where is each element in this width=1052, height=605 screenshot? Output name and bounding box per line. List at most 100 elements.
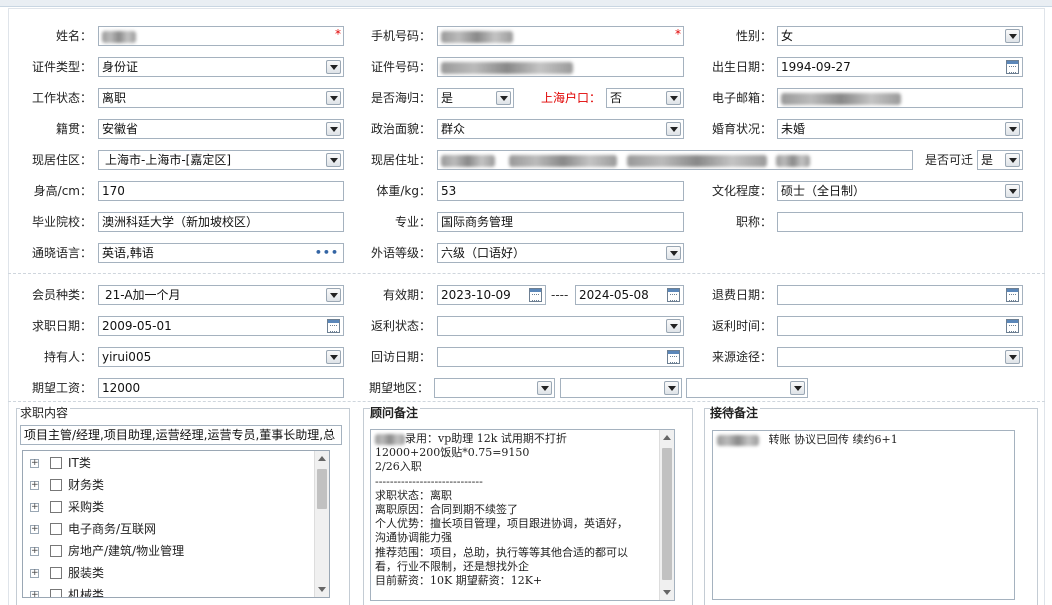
plus-icon[interactable]: + xyxy=(30,503,39,512)
job-content-summary[interactable]: 项目主管/经理,项目助理,运营经理,运营专员,董事长助理,总 xyxy=(20,425,342,445)
calendar-icon[interactable] xyxy=(327,319,340,333)
chevron-down-icon[interactable] xyxy=(1005,153,1020,167)
chevron-down-icon[interactable] xyxy=(496,91,511,105)
scroll-up-icon[interactable] xyxy=(663,435,671,440)
valid-end-value: 2024-05-08 xyxy=(579,288,649,302)
school-field[interactable]: 澳洲科廷大学（新加坡校区） xyxy=(98,212,344,232)
salary-field[interactable]: 12000 xyxy=(98,378,344,398)
category-checkbox[interactable] xyxy=(50,457,62,469)
scroll-down-icon[interactable] xyxy=(318,587,326,592)
education-select[interactable]: 硕士（全日制） xyxy=(777,181,1023,201)
major-field[interactable]: 国际商务管理 xyxy=(437,212,684,232)
rebate-time-field[interactable] xyxy=(777,316,1023,336)
foreignlevel-value: 六级（口语好） xyxy=(441,246,526,260)
notes-scrollbar[interactable] xyxy=(659,430,674,600)
valid-start-field[interactable]: 2023-10-09 xyxy=(437,285,546,305)
scroll-thumb[interactable] xyxy=(317,469,327,509)
phone-label: 手机号码： xyxy=(370,29,431,43)
jobdate-field[interactable]: 2009-05-01 xyxy=(98,316,344,336)
category-checkbox[interactable] xyxy=(50,545,62,557)
marital-label: 婚育状况： xyxy=(711,122,772,136)
language-field[interactable]: 英语,韩语 ••• xyxy=(98,243,344,263)
chevron-down-icon[interactable] xyxy=(664,381,679,395)
calendar-icon[interactable] xyxy=(1006,60,1019,74)
returnee-select[interactable]: 是 xyxy=(437,88,514,108)
email-field[interactable] xyxy=(777,88,1023,108)
chevron-down-icon[interactable] xyxy=(1005,184,1020,198)
chevron-down-icon[interactable] xyxy=(326,122,341,136)
chevron-down-icon[interactable] xyxy=(1005,350,1020,364)
category-checkbox[interactable] xyxy=(50,523,62,535)
member-type-select[interactable]: 21-A加一个月 xyxy=(98,285,344,305)
calendar-icon[interactable] xyxy=(1006,288,1019,302)
calendar-icon[interactable] xyxy=(1006,319,1019,333)
height-field[interactable]: 170 xyxy=(98,181,344,201)
chevron-down-icon[interactable] xyxy=(326,350,341,364)
chevron-down-icon[interactable] xyxy=(790,381,805,395)
title-field[interactable] xyxy=(777,212,1023,232)
plus-icon[interactable]: + xyxy=(30,591,39,597)
chevron-down-icon[interactable] xyxy=(666,122,681,136)
area-district-select[interactable] xyxy=(686,378,808,398)
advisor-notes-textarea[interactable]: 录用：vp助理 12k 试用期不打折 12000+200饭贴*0.75=9150 2… xyxy=(370,429,675,601)
visit-date-field[interactable] xyxy=(437,347,684,367)
plus-icon[interactable]: + xyxy=(30,459,39,468)
ellipsis-icon[interactable]: ••• xyxy=(315,247,339,259)
area-city-select[interactable] xyxy=(560,378,682,398)
source-select[interactable] xyxy=(777,347,1023,367)
scroll-up-icon[interactable] xyxy=(318,456,326,461)
chevron-down-icon[interactable] xyxy=(326,60,341,74)
area-province-select[interactable] xyxy=(434,378,555,398)
chevron-down-icon[interactable] xyxy=(537,381,552,395)
scroll-down-icon[interactable] xyxy=(663,590,671,595)
holder-select[interactable]: yirui005 xyxy=(98,347,344,367)
idno-field[interactable] xyxy=(437,57,684,77)
marital-select[interactable]: 未婚 xyxy=(777,119,1023,139)
chevron-down-icon[interactable] xyxy=(1005,29,1020,43)
scroll-thumb[interactable] xyxy=(662,448,672,580)
phone-field[interactable]: * xyxy=(437,26,684,46)
name-field[interactable]: * xyxy=(98,26,344,46)
chevron-down-icon[interactable] xyxy=(326,91,341,105)
calendar-icon[interactable] xyxy=(667,288,680,302)
idtype-value: 身份证 xyxy=(102,60,139,74)
chevron-down-icon[interactable] xyxy=(326,288,341,302)
native-select[interactable]: 安徽省 xyxy=(98,119,344,139)
valid-start-value: 2023-10-09 xyxy=(441,288,511,302)
note-line: 离职原因：合同到期不续签了 xyxy=(375,503,656,517)
plus-icon[interactable]: + xyxy=(30,569,39,578)
reception-notes-title: 接待备注 xyxy=(710,405,761,421)
relocate-select[interactable]: 是 xyxy=(977,150,1023,170)
residence-select[interactable]: 上海市-上海市-[嘉定区] xyxy=(98,150,344,170)
chevron-down-icon[interactable] xyxy=(326,153,341,167)
category-checkbox[interactable] xyxy=(50,567,62,579)
valid-end-field[interactable]: 2024-05-08 xyxy=(575,285,684,305)
reception-notes-textarea[interactable]: 转账 协议已回传 续约6+1 xyxy=(712,430,1015,600)
rebate-status-select[interactable] xyxy=(437,316,684,336)
plus-icon[interactable]: + xyxy=(30,481,39,490)
foreignlevel-select[interactable]: 六级（口语好） xyxy=(437,243,684,263)
job-category-tree[interactable]: + IT类 + 财务类 + 采购类 + 电子商务/互联网 + 房地产/建筑/物业管理 + 服装类 + 机械… xyxy=(22,450,330,598)
weight-field[interactable]: 53 xyxy=(437,181,684,201)
address-field[interactable] xyxy=(437,150,913,170)
political-select[interactable]: 群众 xyxy=(437,119,684,139)
chevron-down-icon[interactable] xyxy=(666,319,681,333)
chevron-down-icon[interactable] xyxy=(1005,122,1020,136)
plus-icon[interactable]: + xyxy=(30,525,39,534)
tree-scrollbar[interactable] xyxy=(314,451,329,597)
idtype-select[interactable]: 身份证 xyxy=(98,57,344,77)
category-checkbox[interactable] xyxy=(50,589,62,597)
chevron-down-icon[interactable] xyxy=(666,91,681,105)
category-checkbox[interactable] xyxy=(50,501,62,513)
idtype-label: 证件类型： xyxy=(31,60,92,74)
gender-select[interactable]: 女 xyxy=(777,26,1023,46)
chevron-down-icon[interactable] xyxy=(666,246,681,260)
calendar-icon[interactable] xyxy=(529,288,542,302)
shhukou-select[interactable]: 否 xyxy=(606,88,684,108)
refund-date-field[interactable] xyxy=(777,285,1023,305)
calendar-icon[interactable] xyxy=(667,350,680,364)
workstatus-select[interactable]: 离职 xyxy=(98,88,344,108)
birth-date-field[interactable]: 1994-09-27 xyxy=(777,57,1023,77)
plus-icon[interactable]: + xyxy=(30,547,39,556)
category-checkbox[interactable] xyxy=(50,479,62,491)
